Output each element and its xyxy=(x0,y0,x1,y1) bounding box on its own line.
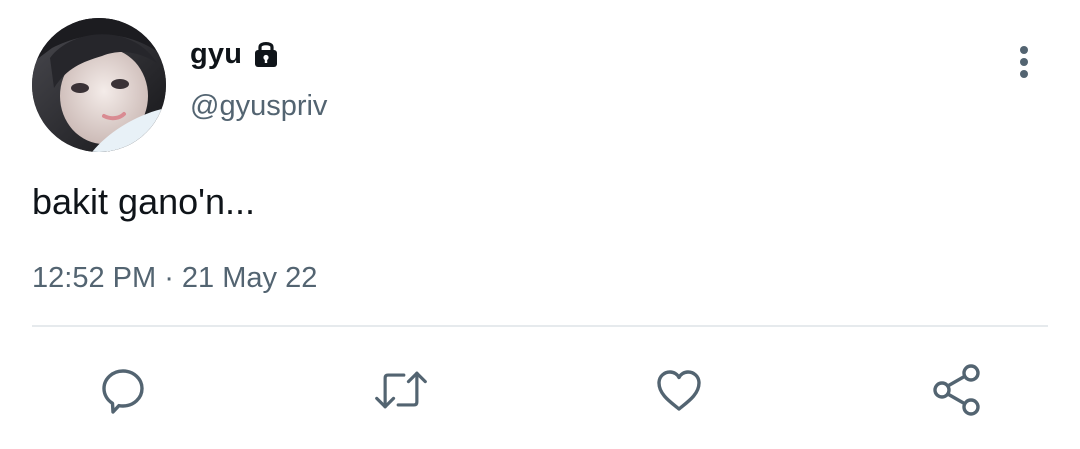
like-button[interactable] xyxy=(651,362,707,418)
tweet-time: 12:52 PM xyxy=(32,262,157,294)
share-icon xyxy=(933,364,980,416)
tweet-timestamp[interactable]: 12:52 PM · 21 May 22 xyxy=(32,258,317,298)
avatar[interactable] xyxy=(32,18,166,152)
reply-button[interactable] xyxy=(95,362,151,418)
share-button[interactable] xyxy=(929,362,985,418)
heart-icon xyxy=(657,370,701,411)
retweet-icon xyxy=(375,371,427,409)
more-options-button[interactable] xyxy=(1004,40,1044,84)
avatar-image xyxy=(32,18,166,152)
divider xyxy=(32,325,1048,327)
timestamp-separator: · xyxy=(156,262,182,294)
tweet-date: 21 May 22 xyxy=(181,262,318,294)
display-name: gyu xyxy=(190,38,243,70)
tweet-text: bakit gano'n... xyxy=(32,181,256,222)
more-vertical-icon xyxy=(1020,46,1028,78)
user-handle[interactable]: @gyuspriv xyxy=(190,86,327,126)
retweet-button[interactable] xyxy=(373,362,429,418)
lock-icon xyxy=(250,34,282,74)
user-name-row[interactable]: gyu xyxy=(190,34,282,74)
reply-icon xyxy=(102,369,144,414)
